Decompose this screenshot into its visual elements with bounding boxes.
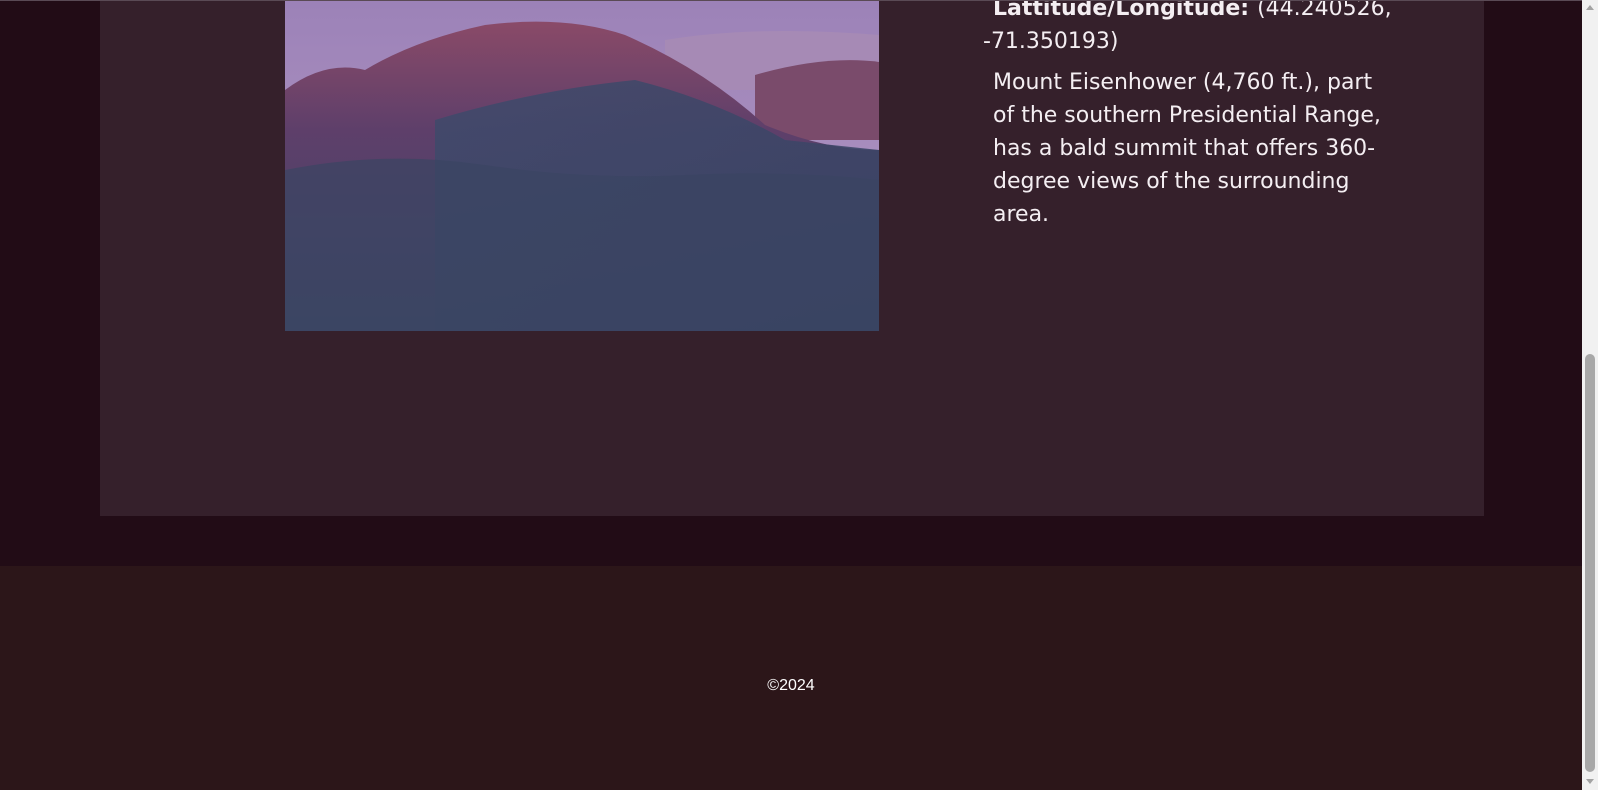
copyright-text: ©2024 <box>767 677 815 694</box>
mountain-details: Lattitude/Longitude: (44.240526, -71.3501… <box>983 0 1393 231</box>
vertical-scrollbar[interactable] <box>1582 0 1598 790</box>
mountain-photo-graphic <box>285 0 879 331</box>
scroll-up-arrow-icon[interactable] <box>1586 5 1594 10</box>
coordinates: Lattitude/Longitude: (44.240526, -71.3501… <box>983 0 1393 58</box>
coordinates-label: Lattitude/Longitude: <box>993 0 1250 21</box>
scroll-down-arrow-icon[interactable] <box>1586 779 1594 784</box>
scrollbar-thumb[interactable] <box>1585 354 1595 772</box>
mountain-description: Mount Eisenhower (4,760 ft.), part of th… <box>993 70 1381 227</box>
footer: ©2024 <box>0 566 1582 790</box>
page: Lattitude/Longitude: (44.240526, -71.3501… <box>0 0 1598 790</box>
top-border <box>0 0 1582 1</box>
main-content: Lattitude/Longitude: (44.240526, -71.3501… <box>0 0 1582 566</box>
mountain-card: Lattitude/Longitude: (44.240526, -71.3501… <box>100 0 1484 516</box>
mountain-photo <box>285 0 879 331</box>
